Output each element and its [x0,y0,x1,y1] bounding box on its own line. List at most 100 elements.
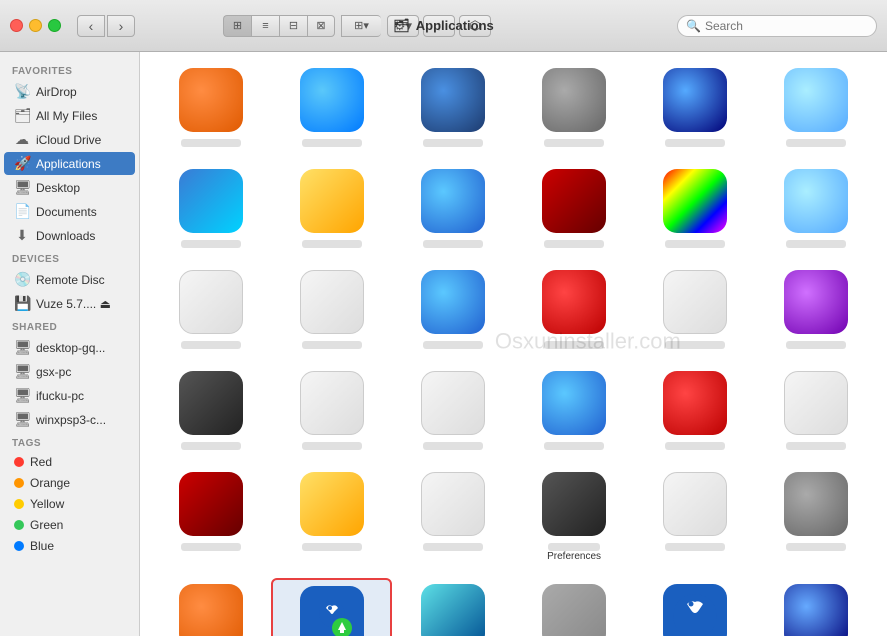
list-item[interactable] [392,62,513,153]
list-item[interactable] [271,163,392,254]
app-label-blur [423,139,483,147]
list-item[interactable] [150,62,271,153]
sidebar-item-downloads[interactable]: ⬇ Downloads [4,224,135,247]
sidebar-item-ifucku-pc[interactable]: 🖥 ifucku-pc [4,384,135,407]
app-icon [542,371,606,435]
sidebar-item-vuze-drive[interactable]: 💾 Vuze 5.7.... ⏏ [4,292,135,315]
back-button[interactable]: ‹ [77,15,105,37]
traffic-lights [10,19,61,32]
list-item[interactable] [756,578,877,636]
app-icon [784,270,848,334]
app-icon [663,371,727,435]
list-item[interactable] [392,365,513,456]
view-column-button[interactable]: ⊟ [279,15,307,37]
list-item[interactable] [271,365,392,456]
list-item[interactable] [150,264,271,355]
winxpsp3-icon: 🖥 [14,411,30,428]
sidebar-label-documents: Documents [36,205,97,219]
app-icon [542,68,606,132]
list-item[interactable] [756,62,877,153]
icloud-icon: ☁ [14,131,30,148]
sidebar-item-all-my-files[interactable]: 🗂 All My Files [4,104,135,127]
list-item-vuze[interactable]: Vuze [635,578,756,636]
sidebar-item-documents[interactable]: 📄 Documents [4,200,135,223]
list-item[interactable] [635,163,756,254]
sidebar-item-gsx-pc[interactable]: 🖥 gsx-pc [4,360,135,383]
maximize-button[interactable] [48,19,61,32]
list-item[interactable] [150,365,271,456]
list-item[interactable] [392,163,513,254]
app-icon [421,472,485,536]
sidebar-item-desktop[interactable]: 🖥 Desktop [4,176,135,199]
sidebar-label-desktop: Desktop [36,181,80,195]
view-cover-button[interactable]: ⊠ [307,15,335,37]
sidebar-item-tag-red[interactable]: Red [4,452,135,472]
app-label-blur [786,543,846,551]
list-item[interactable] [756,163,877,254]
window-title-area: 🗂 Applications [393,18,494,34]
list-item[interactable] [392,578,513,636]
sidebar-item-remote-disc[interactable]: 💿 Remote Disc [4,268,135,291]
list-item[interactable] [513,365,634,456]
list-item[interactable] [756,466,877,568]
app-icon [784,68,848,132]
close-button[interactable] [10,19,23,32]
app-label-blur [302,543,362,551]
list-item[interactable] [756,365,877,456]
list-item[interactable] [635,62,756,153]
sidebar-item-airdrop[interactable]: 📡 AirDrop [4,80,135,103]
app-icon [663,169,727,233]
sidebar-item-desktop-gq[interactable]: 🖥 desktop-gq... [4,336,135,359]
list-item[interactable] [392,466,513,568]
sidebar-item-tag-orange[interactable]: Orange [4,473,135,493]
list-item[interactable] [635,264,756,355]
sidebar-item-tag-yellow[interactable]: Yellow [4,494,135,514]
list-item[interactable] [271,62,392,153]
app-icon [784,169,848,233]
list-item[interactable] [756,264,877,355]
sort-button[interactable]: ⊞▾ [341,15,381,37]
sidebar-item-icloud-drive[interactable]: ☁ iCloud Drive [4,128,135,151]
app-label-blur [786,240,846,248]
sidebar-item-applications[interactable]: 🚀 Applications [4,152,135,175]
list-item[interactable] [635,365,756,456]
list-item[interactable] [150,466,271,568]
list-item[interactable] [513,163,634,254]
search-input[interactable] [705,19,868,33]
list-item[interactable] [271,264,392,355]
app-icon [421,371,485,435]
devices-section-label: Devices [0,248,139,267]
view-icon-button[interactable]: ⊞ [223,15,251,37]
list-item[interactable] [392,264,513,355]
desktop-icon: 🖥 [14,179,30,196]
list-item[interactable] [635,466,756,568]
list-item[interactable]: Preferences [513,466,634,568]
vuze-icon [663,584,727,636]
list-item[interactable] [513,62,634,153]
sidebar-item-winxpsp3[interactable]: 🖥 winxpsp3-c... [4,408,135,431]
list-item[interactable] [513,264,634,355]
app-icon [663,270,727,334]
documents-icon: 📄 [14,203,30,220]
app-label-blur [181,341,241,349]
app-label-blur [423,442,483,450]
app-label-blur [423,543,483,551]
search-box[interactable]: 🔍 [677,15,877,37]
forward-button[interactable]: › [107,15,135,37]
blue-tag-dot [14,541,24,551]
app-label-blur [181,139,241,147]
list-item[interactable] [513,578,634,636]
sidebar-item-tag-blue[interactable]: Blue [4,536,135,556]
vuze-drive-icon: 💾 [14,295,30,312]
list-item[interactable] [271,466,392,568]
app-label-blur [302,442,362,450]
list-item[interactable] [150,578,271,636]
view-list-button[interactable]: ≡ [251,15,279,37]
minimize-button[interactable] [29,19,42,32]
sidebar-item-tag-green[interactable]: Green [4,515,135,535]
list-item[interactable] [150,163,271,254]
app-label-blur [665,442,725,450]
list-item-vuze-uninstaller[interactable]: Uninstaller forVuze [271,578,392,636]
folder-icon: 🗂 [393,18,410,34]
sidebar-label-gsx-pc: gsx-pc [36,365,71,379]
